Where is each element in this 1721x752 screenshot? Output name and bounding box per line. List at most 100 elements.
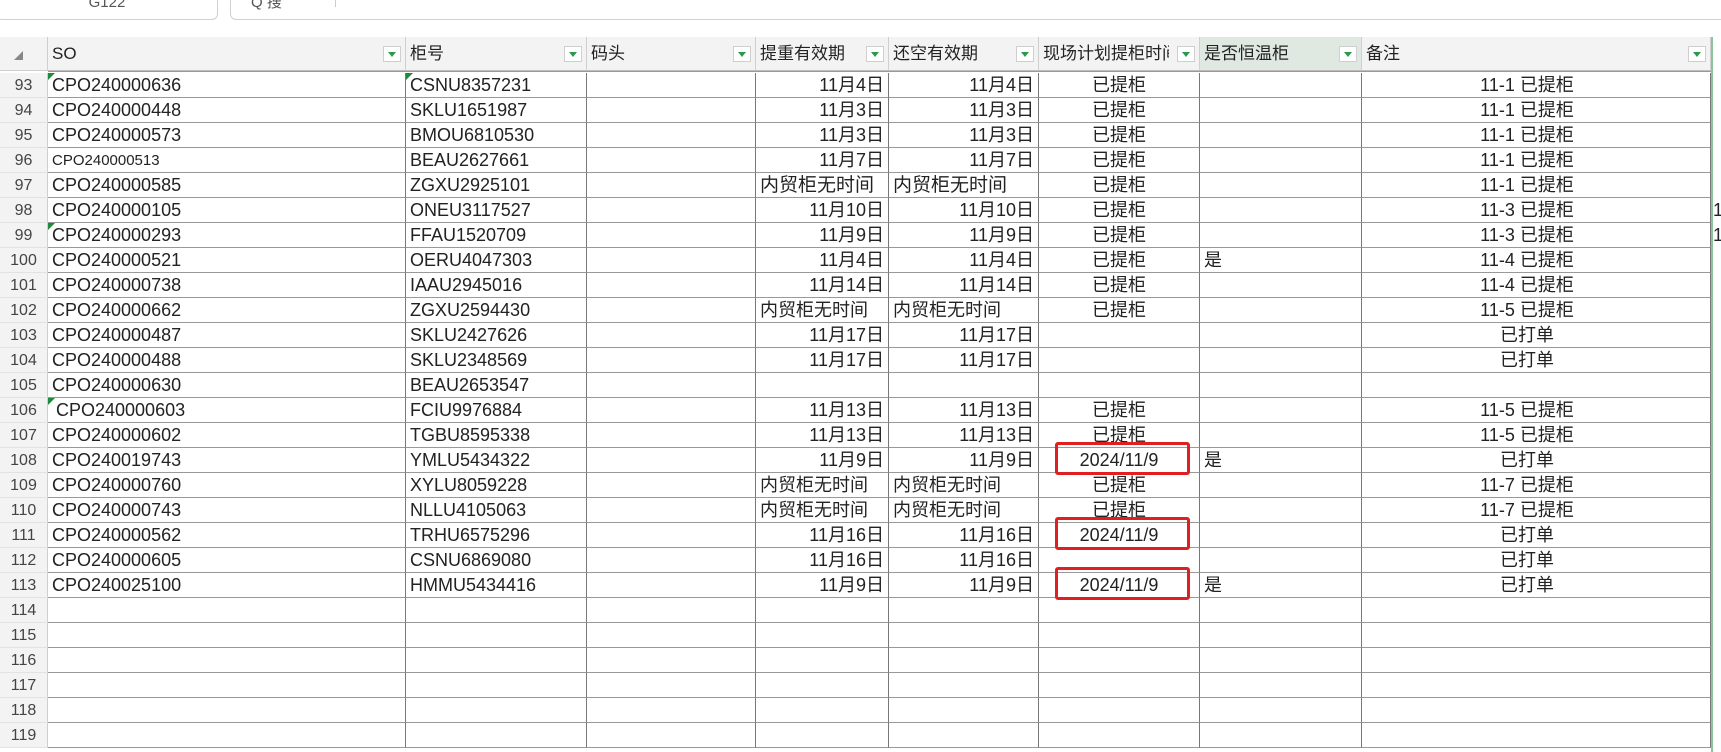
row-header-95[interactable]: 95 xyxy=(0,123,48,148)
cell-temp[interactable] xyxy=(1200,223,1362,248)
cell-cabinet[interactable] xyxy=(406,598,587,623)
cell-pickup_valid[interactable]: 11月14日 xyxy=(756,273,889,298)
cell-return_valid[interactable]: 内贸柜无时间 xyxy=(889,298,1039,323)
cell-pickup_valid[interactable] xyxy=(756,648,889,673)
cell-pickup_valid[interactable]: 11月4日 xyxy=(756,73,889,98)
cell-return_valid[interactable] xyxy=(889,373,1039,398)
cell-so[interactable]: CPO240000760 xyxy=(48,473,406,498)
cell-pickup_valid[interactable]: 11月16日 xyxy=(756,548,889,573)
cell-remark[interactable]: 11-1 已提柜 xyxy=(1362,98,1711,123)
cell-dock[interactable] xyxy=(587,123,756,148)
cell-dock[interactable] xyxy=(587,373,756,398)
cell-temp[interactable] xyxy=(1200,73,1362,98)
row-header-101[interactable]: 101 xyxy=(0,273,48,298)
cell-remark[interactable]: 11-5 已提柜 xyxy=(1362,398,1711,423)
cell-return_valid[interactable]: 11月13日 xyxy=(889,398,1039,423)
cell-plan_time[interactable]: 已提柜 xyxy=(1039,223,1200,248)
cell-dock[interactable] xyxy=(587,298,756,323)
cell-cabinet[interactable]: ONEU3117527 xyxy=(406,198,587,223)
cell-remark[interactable]: 11-1 已提柜 xyxy=(1362,148,1711,173)
cell-remark[interactable]: 11-3 已提柜 xyxy=(1362,223,1711,248)
cell-plan_time[interactable] xyxy=(1039,348,1200,373)
cell-remark[interactable]: 已打单 xyxy=(1362,573,1711,598)
cell-plan_time[interactable] xyxy=(1039,698,1200,723)
cell-pickup_valid[interactable]: 11月17日 xyxy=(756,348,889,373)
cell-plan_time[interactable]: 已提柜 xyxy=(1039,273,1200,298)
cell-temp[interactable] xyxy=(1200,648,1362,673)
cell-return_valid[interactable] xyxy=(889,698,1039,723)
cell-return_valid[interactable] xyxy=(889,648,1039,673)
row-header-108[interactable]: 108 xyxy=(0,448,48,473)
cell-cabinet[interactable]: BMOU6810530 xyxy=(406,123,587,148)
cell-pickup_valid[interactable]: 内贸柜无时间 xyxy=(756,298,889,323)
row-header-97[interactable]: 97 xyxy=(0,173,48,198)
row-header-116[interactable]: 116 xyxy=(0,648,48,673)
cell-remark[interactable]: 11-1 已提柜 xyxy=(1362,73,1711,98)
column-header-cabinet[interactable]: 柜号 xyxy=(406,37,587,71)
cell-dock[interactable] xyxy=(587,598,756,623)
row-header-102[interactable]: 102 xyxy=(0,298,48,323)
cell-remark[interactable]: 已打单 xyxy=(1362,448,1711,473)
cell-dock[interactable] xyxy=(587,523,756,548)
cell-return_valid[interactable]: 内贸柜无时间 xyxy=(889,473,1039,498)
cell-dock[interactable] xyxy=(587,98,756,123)
cell-remark[interactable]: 11-1 已提柜 xyxy=(1362,123,1711,148)
row-header-104[interactable]: 104 xyxy=(0,348,48,373)
cell-return_valid[interactable]: 11月9日 xyxy=(889,573,1039,598)
row-header-113[interactable]: 113 xyxy=(0,573,48,598)
cell-so[interactable]: CPO240000105 xyxy=(48,198,406,223)
cell-cabinet[interactable]: XYLU8059228 xyxy=(406,473,587,498)
column-header-temp[interactable]: 是否恒温柜 xyxy=(1200,37,1362,71)
cell-so[interactable]: CPO240000513 xyxy=(48,148,406,173)
cell-temp[interactable] xyxy=(1200,273,1362,298)
cell-return_valid[interactable]: 11月17日 xyxy=(889,323,1039,348)
cell-return_valid[interactable] xyxy=(889,623,1039,648)
cell-cabinet[interactable] xyxy=(406,723,587,748)
cell-remark[interactable]: 11-4 已提柜 xyxy=(1362,273,1711,298)
cell-temp[interactable] xyxy=(1200,598,1362,623)
cell-so[interactable] xyxy=(48,723,406,748)
cell-return_valid[interactable]: 11月9日 xyxy=(889,223,1039,248)
cell-temp[interactable] xyxy=(1200,673,1362,698)
row-header-99[interactable]: 99 xyxy=(0,223,48,248)
cell-return_valid[interactable]: 11月13日 xyxy=(889,423,1039,448)
cell-plan_time[interactable]: 已提柜 xyxy=(1039,248,1200,273)
cell-so[interactable]: CPO240000521 xyxy=(48,248,406,273)
cell-so[interactable]: CPO240000630 xyxy=(48,373,406,398)
cell-remark[interactable]: 11-3 已提柜 xyxy=(1362,198,1711,223)
cell-pickup_valid[interactable] xyxy=(756,698,889,723)
cell-plan_time[interactable] xyxy=(1039,648,1200,673)
row-header-98[interactable]: 98 xyxy=(0,198,48,223)
row-header-106[interactable]: 106 xyxy=(0,398,48,423)
cell-dock[interactable] xyxy=(587,73,756,98)
column-header-return_valid[interactable]: 还空有效期 xyxy=(889,37,1039,71)
cell-plan_time[interactable] xyxy=(1039,723,1200,748)
cell-return_valid[interactable]: 11月4日 xyxy=(889,248,1039,273)
cell-so[interactable]: CPO240000488 xyxy=(48,348,406,373)
cell-dock[interactable] xyxy=(587,348,756,373)
cell-return_valid[interactable]: 内贸柜无时间 xyxy=(889,173,1039,198)
cell-cabinet[interactable]: CSNU8357231 xyxy=(406,73,587,98)
row-header-109[interactable]: 109 xyxy=(0,473,48,498)
cell-so[interactable]: CPO240000738 xyxy=(48,273,406,298)
cell-cabinet[interactable]: BEAU2627661 xyxy=(406,148,587,173)
cell-remark[interactable]: 11-7 已提柜 xyxy=(1362,473,1711,498)
cell-plan_time[interactable] xyxy=(1039,673,1200,698)
cell-plan_time[interactable]: 已提柜 xyxy=(1039,98,1200,123)
cell-remark[interactable]: 已打单 xyxy=(1362,348,1711,373)
cell-plan_time[interactable] xyxy=(1039,323,1200,348)
cell-pickup_valid[interactable]: 11月4日 xyxy=(756,248,889,273)
cell-return_valid[interactable]: 11月9日 xyxy=(889,448,1039,473)
cell-temp[interactable]: 是 xyxy=(1200,448,1362,473)
row-header-114[interactable]: 114 xyxy=(0,598,48,623)
cell-cabinet[interactable] xyxy=(406,623,587,648)
cell-remark[interactable]: 11-5 已提柜 xyxy=(1362,423,1711,448)
cell-return_valid[interactable] xyxy=(889,673,1039,698)
cell-pickup_valid[interactable] xyxy=(756,373,889,398)
cell-dock[interactable] xyxy=(587,423,756,448)
cell-pickup_valid[interactable]: 11月13日 xyxy=(756,423,889,448)
cell-cabinet[interactable]: HMMU5434416 xyxy=(406,573,587,598)
cell-so[interactable]: CPO240019743 xyxy=(48,448,406,473)
column-header-so[interactable]: SO xyxy=(48,37,406,71)
cell-pickup_valid[interactable]: 11月3日 xyxy=(756,123,889,148)
